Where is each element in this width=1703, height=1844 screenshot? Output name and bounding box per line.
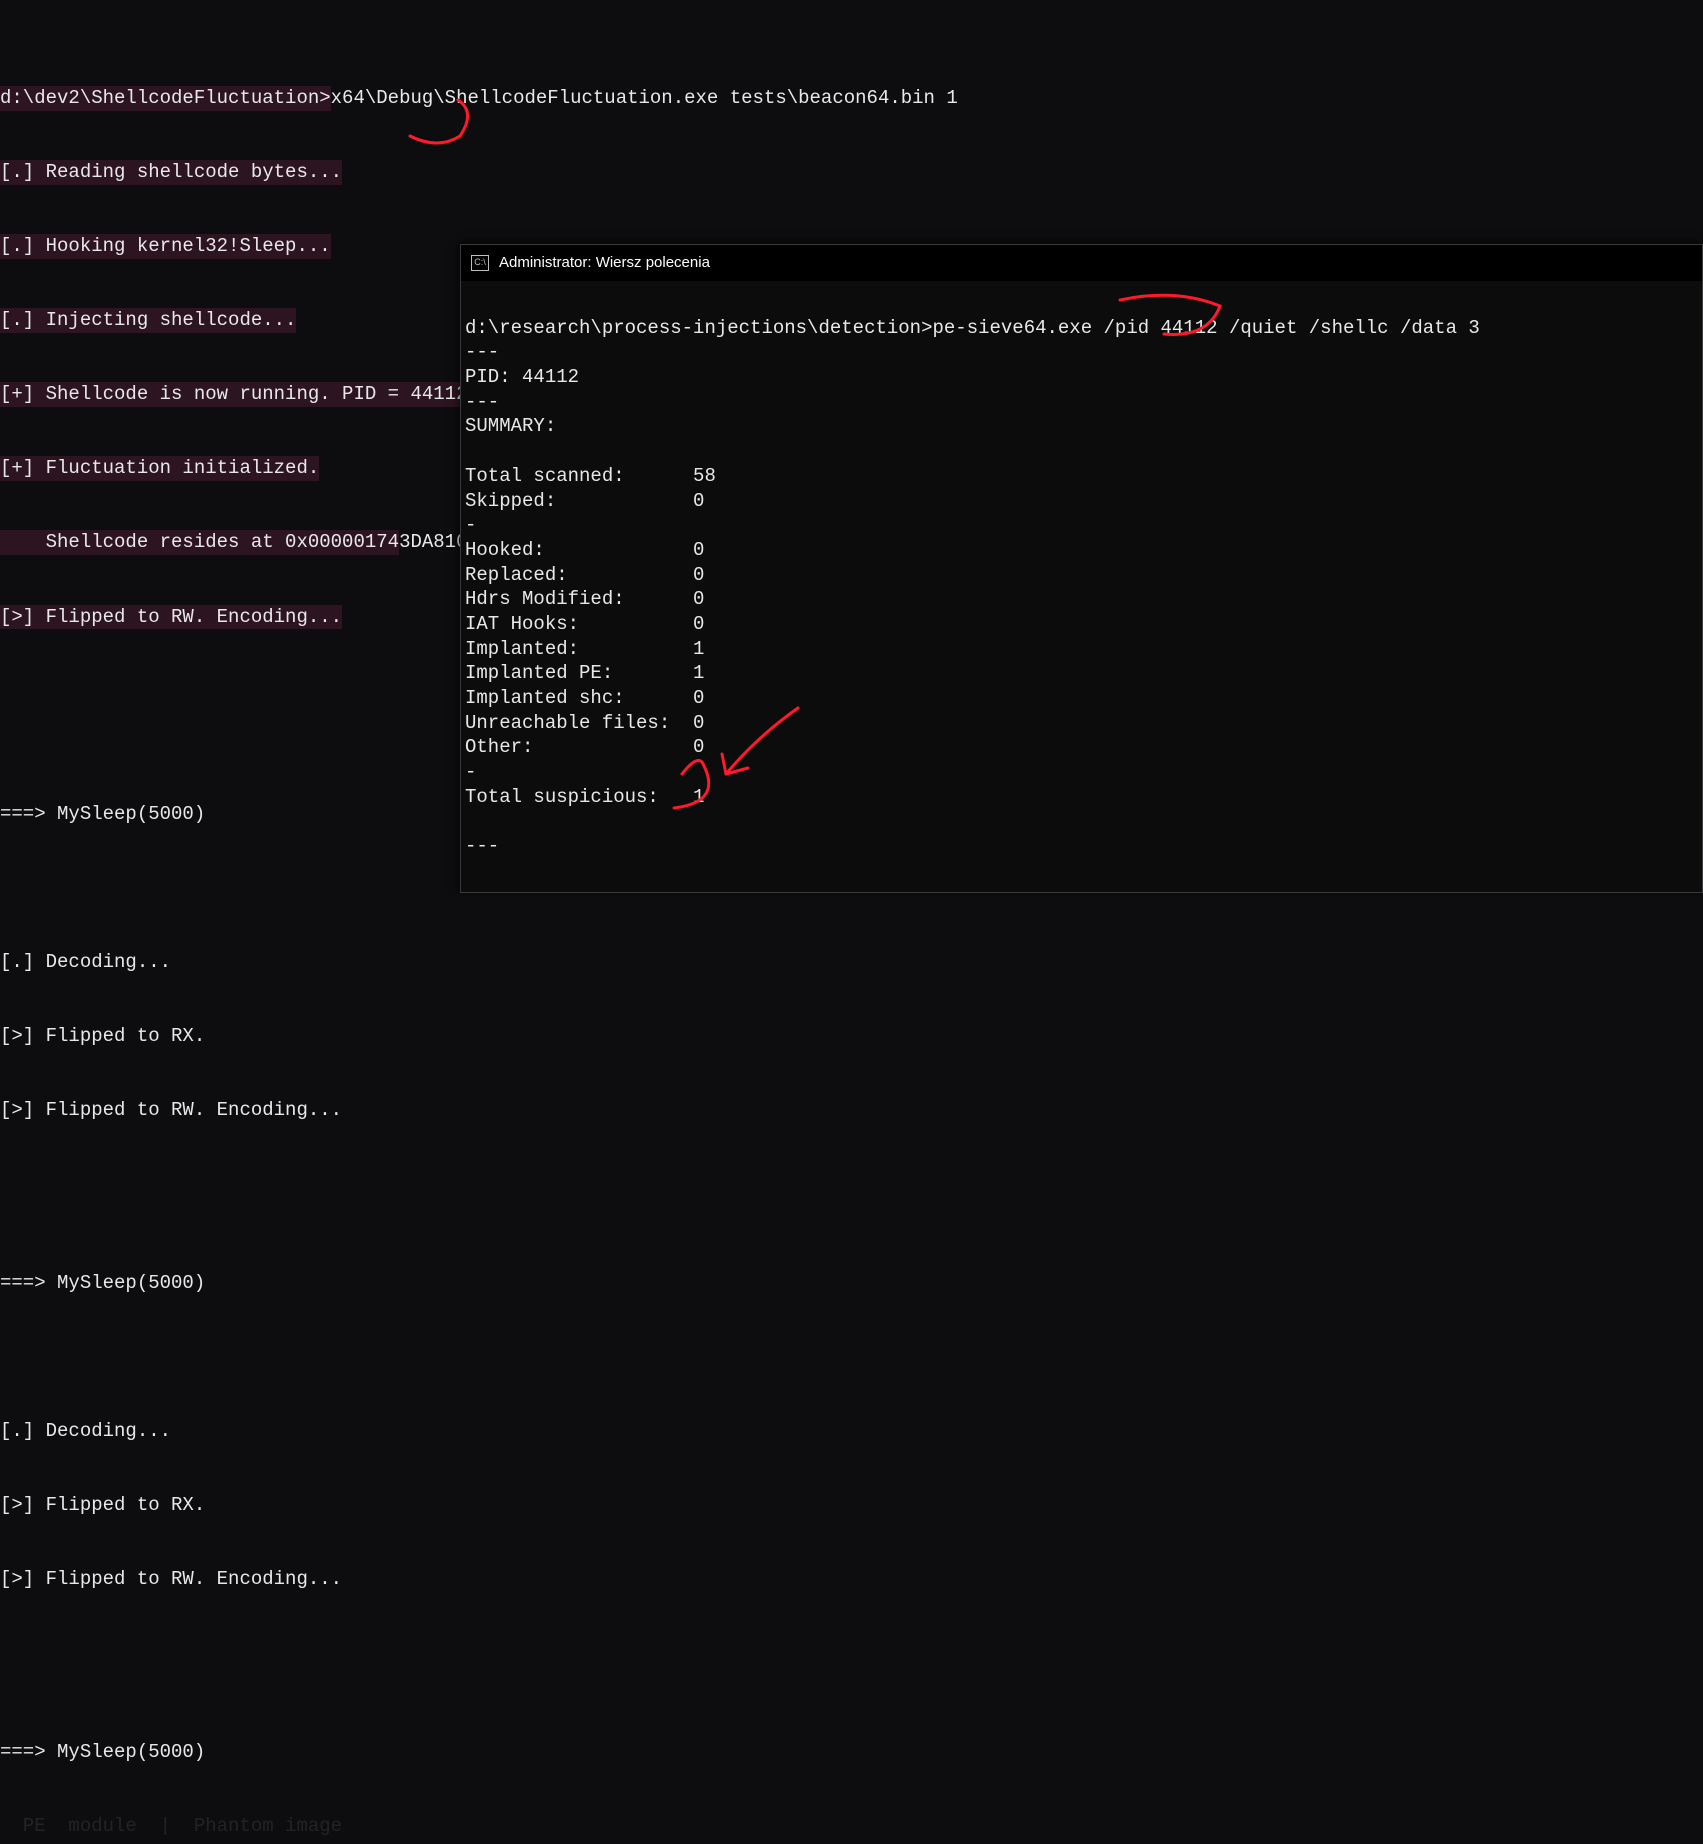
command-line: d:\dev2\ShellcodeFluctuation> [0,86,331,111]
log-line: ===> MySleep(5000) [0,1271,1699,1296]
command-args: x64\Debug\ShellcodeFluctuation.exe tests… [331,87,958,109]
summary-row: Total scanned: 58 [465,464,1698,489]
pid-value: 44112 [410,383,467,405]
summary-row: IAT Hooks: 0 [465,612,1698,637]
child-cmd-pre: pe-sieve64.exe /pid [932,317,1160,339]
separator: --- [465,341,499,363]
log-line: Shellcode resides at 0x00000174 [0,530,399,555]
summary-row: Hdrs Modified: 0 [465,587,1698,612]
summary-row: Hooked: 0 [465,538,1698,563]
summary-row: Implanted: 1 [465,637,1698,662]
log-line: [>] Flipped to RX. [0,1024,1699,1049]
child-terminal-body[interactable]: d:\research\process-injections\detection… [461,281,1702,892]
summary-row: - [465,760,1698,785]
log-line: [+] Shellcode is now running. PID = 4411… [0,382,467,407]
log-line: [.] Injecting shellcode... [0,308,296,333]
cmd-icon: C:\ [471,255,489,271]
summary-row: - [465,513,1698,538]
faint-watermark: PE module | Phantom image [0,1814,342,1839]
separator: --- [465,391,499,413]
log-line: ===> MySleep(5000) [0,1740,1699,1765]
log-line: [>] Flipped to RW. Encoding... [0,1567,1699,1592]
log-line: [.] Reading shellcode bytes... [0,160,342,185]
child-prompt: d:\research\process-injections\detection… [465,317,932,339]
summary-row: Implanted PE: 1 [465,661,1698,686]
log-line: [.] Hooking kernel32!Sleep... [0,234,331,259]
summary-label: SUMMARY: [465,415,556,437]
summary-row: Unreachable files: 0 [465,711,1698,736]
log-line: [.] Decoding... [0,950,1699,975]
window-titlebar[interactable]: C:\ Administrator: Wiersz polecenia [461,245,1702,281]
summary-row: Replaced: 0 [465,563,1698,588]
summary-row: Skipped: 0 [465,489,1698,514]
log-line: [>] Flipped to RW. Encoding... [0,605,342,630]
child-cmd-post: /quiet /shellc /data 3 [1218,317,1480,339]
log-line: [.] Decoding... [0,1419,1699,1444]
child-cmd-window[interactable]: C:\ Administrator: Wiersz polecenia d:\r… [460,244,1703,893]
summary-row: Other: 0 [465,735,1698,760]
pid-line: PID: 44112 [465,366,579,388]
summary-row: Implanted shc: 0 [465,686,1698,711]
log-line: [+] Fluctuation initialized. [0,456,319,481]
log-line: [>] Flipped to RX. [0,1493,1699,1518]
child-cmd-pid: 44112 [1161,317,1218,339]
log-line: [>] Flipped to RW. Encoding... [0,1098,1699,1123]
summary-row: Total suspicious: 1 [465,785,1698,810]
window-title: Administrator: Wiersz polecenia [499,253,710,273]
separator: --- [465,835,499,857]
